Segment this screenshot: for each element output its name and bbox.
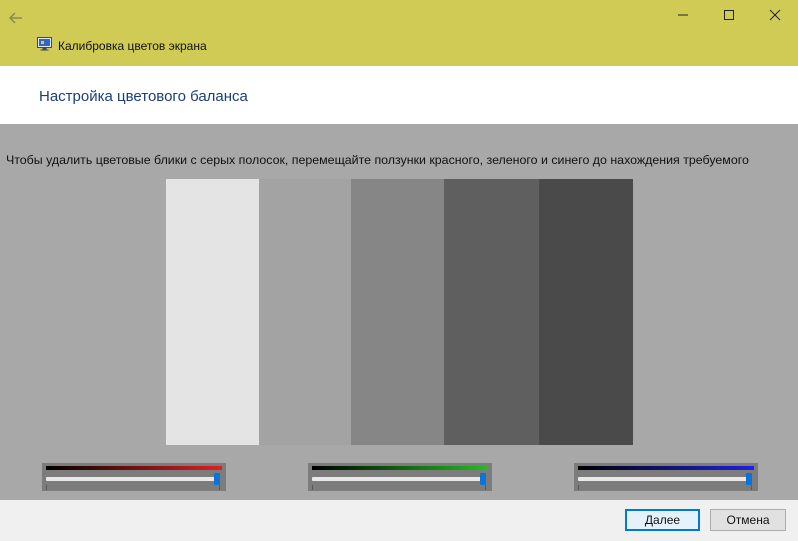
- red-slider-track[interactable]: [46, 477, 220, 481]
- green-slider[interactable]: [308, 463, 492, 491]
- blue-slider-ticks: [578, 485, 752, 490]
- green-slider-ticks: [312, 485, 486, 490]
- page-title: Настройка цветового баланса: [39, 88, 248, 105]
- back-arrow-icon: [9, 12, 22, 24]
- blue-slider[interactable]: [574, 463, 758, 491]
- back-button[interactable]: [4, 6, 28, 30]
- blue-slider-thumb[interactable]: [746, 473, 752, 485]
- display-calibration-icon: [37, 37, 52, 51]
- green-gradient: [312, 466, 488, 470]
- maximize-icon: [724, 10, 734, 20]
- next-button[interactable]: Далее: [625, 509, 700, 531]
- gray-bar: [166, 179, 259, 445]
- close-icon: [769, 9, 781, 21]
- blue-gradient: [578, 466, 754, 470]
- gray-bars-panel: [166, 179, 633, 445]
- gray-bar: [259, 179, 351, 445]
- gray-bar: [539, 179, 633, 445]
- maximize-button[interactable]: [706, 0, 752, 30]
- green-slider-thumb[interactable]: [480, 473, 486, 485]
- green-slider-track[interactable]: [312, 477, 486, 481]
- gray-bar: [444, 179, 539, 445]
- red-slider[interactable]: [42, 463, 226, 491]
- gray-bar: [351, 179, 444, 445]
- close-button[interactable]: [752, 0, 798, 30]
- minimize-icon: [678, 14, 688, 16]
- blue-slider-track[interactable]: [578, 477, 752, 481]
- instruction-text: Чтобы удалить цветовые блики с серых пол…: [6, 153, 749, 167]
- red-slider-thumb[interactable]: [214, 473, 220, 485]
- red-gradient: [46, 466, 222, 470]
- cancel-button[interactable]: Отмена: [710, 509, 786, 531]
- red-slider-ticks: [46, 485, 220, 490]
- minimize-button[interactable]: [660, 0, 706, 30]
- window-title: Калибровка цветов экрана: [58, 39, 207, 53]
